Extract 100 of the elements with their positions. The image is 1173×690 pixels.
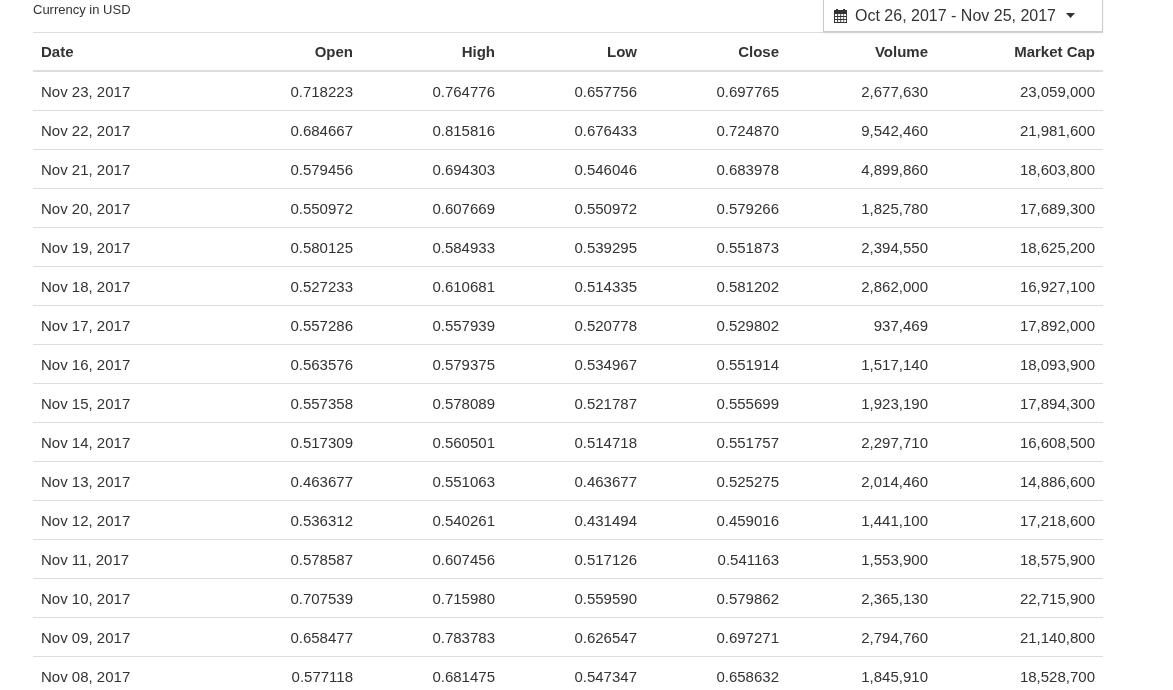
table-cell: 0.581202 <box>645 266 787 306</box>
table-cell: 2,297,710 <box>787 422 936 462</box>
table-cell: 17,892,000 <box>936 305 1103 345</box>
table-cell: 2,862,000 <box>787 266 936 306</box>
table-cell: 17,894,300 <box>936 383 1103 423</box>
table-cell: 0.555699 <box>645 383 787 423</box>
table-cell: 937,469 <box>787 305 936 345</box>
calendar-icon <box>834 8 847 23</box>
table-cell: 0.557286 <box>219 305 361 345</box>
table-cell: 0.783783 <box>361 617 503 657</box>
table-cell: 0.718223 <box>219 71 361 111</box>
table-cell: 0.534967 <box>503 344 645 384</box>
table-cell: 0.551757 <box>645 422 787 462</box>
table-cell: 0.463677 <box>503 461 645 501</box>
table-cell: 0.550972 <box>503 188 645 228</box>
column-header: Date <box>33 32 219 71</box>
table-cell: 0.546046 <box>503 149 645 189</box>
table-cell: 18,093,900 <box>936 344 1103 384</box>
table-cell: 2,794,760 <box>787 617 936 657</box>
table-cell: Nov 13, 2017 <box>33 461 219 501</box>
table-cell: 1,441,100 <box>787 500 936 540</box>
table-cell: Nov 12, 2017 <box>33 500 219 540</box>
table-cell: 0.697271 <box>645 617 787 657</box>
table-cell: 0.551914 <box>645 344 787 384</box>
table-cell: 0.607456 <box>361 539 503 579</box>
column-header: Close <box>645 32 787 71</box>
table-cell: 0.578587 <box>219 539 361 579</box>
table-cell: 14,886,600 <box>936 461 1103 501</box>
table-cell: 0.559590 <box>503 578 645 618</box>
table-cell: Nov 14, 2017 <box>33 422 219 462</box>
column-header: Market Cap <box>936 32 1103 71</box>
table-cell: 0.724870 <box>645 110 787 150</box>
table-cell: 18,625,200 <box>936 227 1103 267</box>
table-cell: Nov 08, 2017 <box>33 656 219 690</box>
table-cell: 17,689,300 <box>936 188 1103 228</box>
table-cell: 0.607669 <box>361 188 503 228</box>
table-cell: Nov 11, 2017 <box>33 539 219 579</box>
table-cell: 9,542,460 <box>787 110 936 150</box>
table-cell: 0.580125 <box>219 227 361 267</box>
table-cell: Nov 19, 2017 <box>33 227 219 267</box>
table-cell: 0.676433 <box>503 110 645 150</box>
table-cell: 0.529802 <box>645 305 787 345</box>
table-cell: 0.463677 <box>219 461 361 501</box>
table-cell: 4,899,860 <box>787 149 936 189</box>
table-cell: 21,140,800 <box>936 617 1103 657</box>
table-cell: 0.459016 <box>645 500 787 540</box>
table-cell: 0.683978 <box>645 149 787 189</box>
table-cell: 0.557939 <box>361 305 503 345</box>
table-cell: 0.551063 <box>361 461 503 501</box>
table-cell: Nov 17, 2017 <box>33 305 219 345</box>
table-cell: 0.520778 <box>503 305 645 345</box>
table-cell: 0.560501 <box>361 422 503 462</box>
table-cell: Nov 15, 2017 <box>33 383 219 423</box>
table-cell: 0.658477 <box>219 617 361 657</box>
table-cell: 21,981,600 <box>936 110 1103 150</box>
table-cell: 0.578089 <box>361 383 503 423</box>
table-cell: 17,218,600 <box>936 500 1103 540</box>
table-cell: Nov 16, 2017 <box>33 344 219 384</box>
table-cell: Nov 21, 2017 <box>33 149 219 189</box>
table-cell: 0.684667 <box>219 110 361 150</box>
column-header: Low <box>503 32 645 71</box>
date-range-button[interactable]: Oct 26, 2017 - Nov 25, 2017 <box>823 0 1103 32</box>
table-cell: 0.539295 <box>503 227 645 267</box>
table-cell: 0.431494 <box>503 500 645 540</box>
table-cell: 0.626547 <box>503 617 645 657</box>
table-cell: 0.563576 <box>219 344 361 384</box>
table-cell: 0.579375 <box>361 344 503 384</box>
table-cell: 0.658632 <box>645 656 787 690</box>
table-cell: 0.681475 <box>361 656 503 690</box>
table-cell: 0.707539 <box>219 578 361 618</box>
table-cell: 0.694303 <box>361 149 503 189</box>
table-cell: 0.514718 <box>503 422 645 462</box>
table-cell: 0.764776 <box>361 71 503 111</box>
table-cell: 22,715,900 <box>936 578 1103 618</box>
table-cell: Nov 18, 2017 <box>33 266 219 306</box>
table-cell: Nov 10, 2017 <box>33 578 219 618</box>
column-header: Open <box>219 32 361 71</box>
table-cell: Nov 22, 2017 <box>33 110 219 150</box>
table-cell: 0.540261 <box>361 500 503 540</box>
table-cell: 1,553,900 <box>787 539 936 579</box>
currency-note: Currency in USD <box>33 2 131 17</box>
caret-icon <box>1066 13 1075 18</box>
table-cell: 0.517126 <box>503 539 645 579</box>
table-cell: 2,014,460 <box>787 461 936 501</box>
table-cell: 0.547347 <box>503 656 645 690</box>
table-cell: 0.536312 <box>219 500 361 540</box>
table-cell: 2,365,130 <box>787 578 936 618</box>
table-cell: 0.697765 <box>645 71 787 111</box>
table-cell: 2,394,550 <box>787 227 936 267</box>
table-cell: 0.541163 <box>645 539 787 579</box>
table-cell: 0.514335 <box>503 266 645 306</box>
table-cell: 2,677,630 <box>787 71 936 111</box>
table-cell: 0.579862 <box>645 578 787 618</box>
column-header: Volume <box>787 32 936 71</box>
table-cell: 18,603,800 <box>936 149 1103 189</box>
table-cell: 1,517,140 <box>787 344 936 384</box>
table-cell: 18,575,900 <box>936 539 1103 579</box>
table-cell: 0.579266 <box>645 188 787 228</box>
table-cell: Nov 23, 2017 <box>33 71 219 111</box>
table-cell: 0.715980 <box>361 578 503 618</box>
